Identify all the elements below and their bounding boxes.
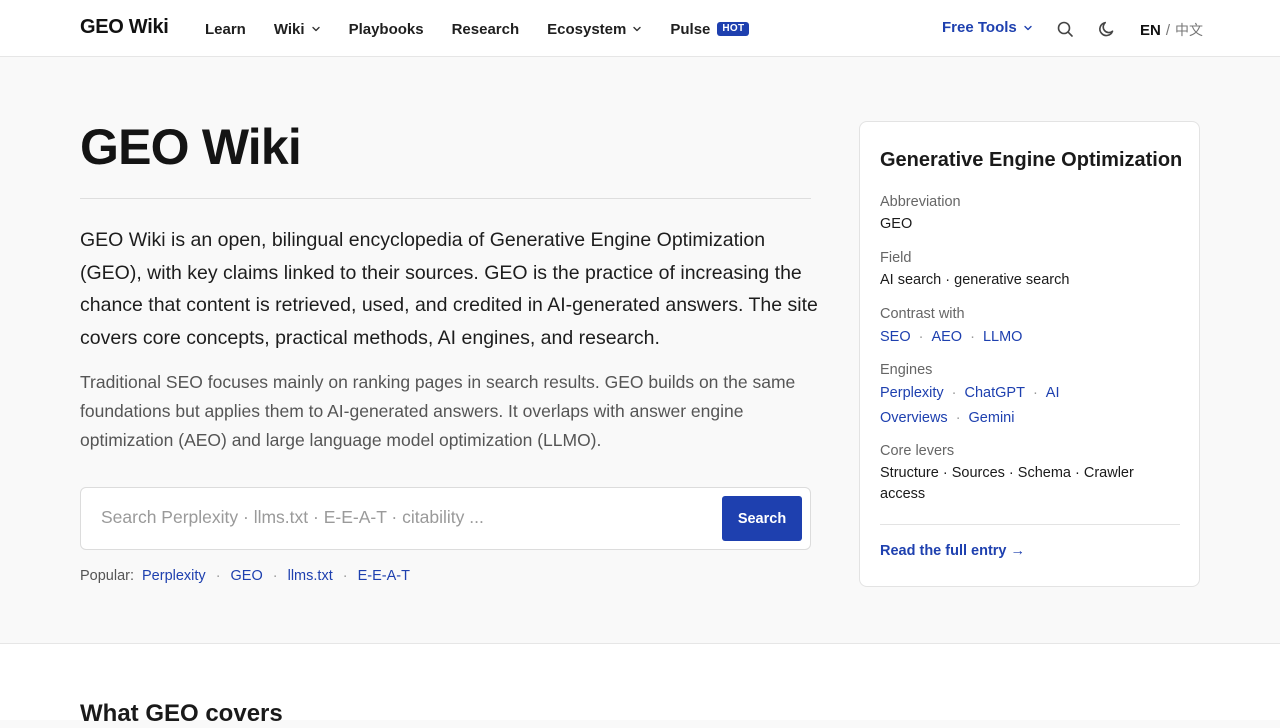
nav-learn[interactable]: Learn	[205, 19, 246, 39]
field-value: AI search · generative search	[880, 272, 1070, 288]
engine-link-gemini[interactable]: Gemini	[969, 410, 1015, 426]
lead-paragraph: GEO Wiki is an open, bilingual encyclope…	[80, 229, 818, 349]
free-tools-menu[interactable]: Free Tools	[942, 19, 1033, 36]
brand-logo[interactable]: GEO Wiki	[80, 16, 169, 39]
field-label: Abbreviation	[880, 194, 961, 210]
read-full-entry-link[interactable]: Read the full entry →	[880, 543, 1025, 559]
nav-pulse-label: Pulse	[670, 20, 711, 38]
field-field: Field AI search · generative search	[880, 248, 1180, 291]
card-title: Generative Engine Optimization	[880, 149, 1183, 171]
search-button[interactable]	[1054, 18, 1076, 40]
chevron-down-icon	[633, 26, 642, 32]
separator-dot: ·	[272, 568, 278, 584]
lang-en-link[interactable]: EN	[1140, 22, 1161, 39]
language-switcher: EN / 中文	[1140, 20, 1203, 40]
field-label: Engines	[880, 362, 933, 378]
page-title: GEO Wiki	[80, 119, 302, 175]
nav-wiki[interactable]: Wiki	[274, 19, 321, 39]
section-heading: What GEO covers	[80, 700, 283, 727]
separator-dot: ·	[955, 410, 961, 426]
field-label: Field	[880, 250, 912, 266]
engines-field: Engines Perplexity · ChatGPT · AI Overviews ·…	[880, 360, 1180, 431]
popular-link-llms-txt[interactable]: llms.txt	[288, 568, 333, 584]
popular-searches: Popular: Perplexity · GEO · llms.txt · E…	[80, 568, 410, 584]
nav-research-label: Research	[451, 20, 520, 38]
free-tools-label: Free Tools	[942, 19, 1017, 36]
separator-dot: ·	[951, 385, 957, 401]
lang-separator: /	[1165, 21, 1171, 39]
popular-link-perplexity[interactable]: Perplexity	[142, 568, 206, 584]
nav-playbooks[interactable]: Playbooks	[349, 19, 424, 39]
nav-wiki-label: Wiki	[273, 20, 305, 38]
separator-dot: ·	[918, 329, 924, 345]
core-levers-field: Core levers Structure · Sources · Schema…	[880, 441, 1180, 505]
engine-link-perplexity[interactable]: Perplexity	[880, 385, 944, 401]
search-submit-button[interactable]: Search	[722, 496, 802, 541]
abbreviation-field: Abbreviation GEO	[880, 192, 1180, 235]
title-divider	[80, 198, 811, 199]
search-input[interactable]	[101, 507, 701, 528]
nav-research[interactable]: Research	[452, 19, 520, 39]
engine-link-chatgpt[interactable]: ChatGPT	[965, 385, 1025, 401]
main-nav: Learn Wiki Playbooks Research Ecosystem …	[205, 19, 777, 39]
secondary-paragraph: Traditional SEO focuses mainly on rankin…	[80, 372, 796, 450]
field-label: Contrast with	[880, 306, 965, 322]
contrast-link-seo[interactable]: SEO	[880, 329, 911, 345]
nav-learn-label: Learn	[205, 20, 246, 38]
nav-playbooks-label: Playbooks	[348, 20, 424, 38]
field-value: Structure · Sources · Schema · Crawler a…	[880, 465, 1134, 502]
lang-zh-link[interactable]: 中文	[1175, 20, 1203, 40]
nav-ecosystem-label: Ecosystem	[547, 20, 627, 38]
contrast-link-aeo[interactable]: AEO	[931, 329, 962, 345]
moon-icon	[1099, 21, 1114, 37]
popular-link-eeat[interactable]: E-E-A-T	[358, 568, 410, 584]
contrast-field: Contrast with SEO · AEO · LLMO	[880, 304, 1180, 350]
popular-label: Popular:	[80, 568, 135, 584]
theme-toggle-button[interactable]	[1096, 18, 1118, 40]
contrast-link-llmo[interactable]: LLMO	[983, 329, 1023, 345]
top-navbar: GEO Wiki Learn Wiki Playbooks Research E…	[0, 0, 1280, 57]
separator-dot: ·	[215, 568, 221, 584]
separator-dot: ·	[342, 568, 348, 584]
chevron-down-icon	[311, 26, 320, 32]
nav-ecosystem[interactable]: Ecosystem	[547, 19, 642, 39]
card-divider	[880, 524, 1180, 525]
field-value: GEO	[880, 216, 913, 232]
geo-info-card: Generative Engine Optimization Abbreviat…	[859, 121, 1200, 587]
contrast-links: SEO · AEO · LLMO	[880, 325, 1180, 350]
popular-link-geo[interactable]: GEO	[231, 568, 263, 584]
engine-links: Perplexity · ChatGPT · AI Overviews · Gemini	[880, 381, 1180, 431]
hot-badge: HOT	[717, 22, 750, 36]
field-label: Core levers	[880, 443, 955, 459]
separator-dot: ·	[970, 329, 975, 345]
chevron-down-icon	[1024, 25, 1032, 30]
separator-dot: ·	[1032, 385, 1038, 401]
search-icon	[1057, 21, 1073, 37]
search-bar: Search	[80, 487, 811, 550]
nav-pulse[interactable]: Pulse HOT	[670, 19, 750, 39]
